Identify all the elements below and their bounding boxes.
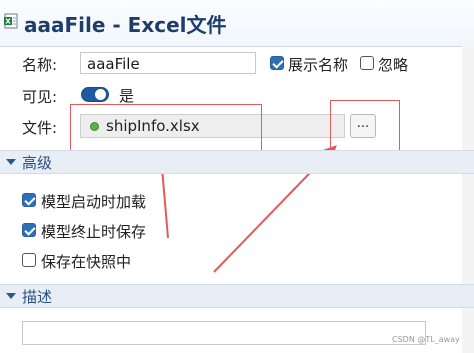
watermark: CSDN @TL_away xyxy=(392,335,460,344)
load-on-start-checkbox[interactable] xyxy=(22,193,36,207)
description-section-title: 描述 xyxy=(22,288,53,306)
description-section-header[interactable]: 描述 xyxy=(0,284,474,308)
save-on-stop-label[interactable]: 模型终止时保存 xyxy=(41,221,146,242)
collapse-arrow-icon xyxy=(6,293,16,299)
save-in-snapshot-label[interactable]: 保存在快照中 xyxy=(41,251,131,272)
collapse-arrow-icon xyxy=(6,159,16,165)
advanced-section-header[interactable]: 高级 xyxy=(0,150,474,174)
save-in-snapshot-checkbox[interactable] xyxy=(22,253,36,267)
advanced-section-title: 高级 xyxy=(22,154,53,172)
save-on-stop-checkbox[interactable] xyxy=(22,223,36,237)
load-on-start-label[interactable]: 模型启动时加载 xyxy=(41,191,146,212)
description-input[interactable] xyxy=(22,321,426,345)
